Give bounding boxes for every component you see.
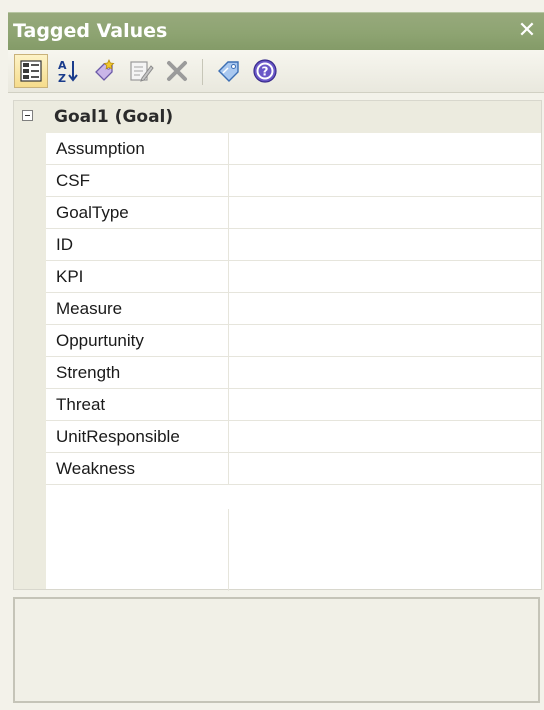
edit-notes-button[interactable] — [124, 54, 158, 88]
property-value[interactable] — [228, 229, 541, 260]
close-icon: ✕ — [517, 18, 537, 43]
property-row[interactable]: Measure — [46, 293, 541, 325]
property-name: Strength — [56, 363, 121, 382]
property-value[interactable] — [228, 261, 541, 292]
categorized-view-button[interactable] — [14, 54, 48, 88]
help-button[interactable]: ? — [248, 54, 282, 88]
property-row[interactable]: Weakness — [46, 453, 541, 485]
property-grid: Goal1 (Goal) Assumption CSF GoalType ID … — [13, 100, 542, 591]
property-name: Weakness — [56, 459, 136, 478]
tag-button[interactable] — [212, 54, 246, 88]
property-name: GoalType — [56, 203, 129, 222]
edit-notes-icon — [130, 61, 154, 82]
property-value[interactable] — [228, 293, 541, 324]
property-row[interactable]: Threat — [46, 389, 541, 421]
alphabetical-sort-button[interactable]: A Z — [52, 54, 86, 88]
svg-text:?: ? — [262, 65, 269, 79]
property-value[interactable] — [228, 165, 541, 196]
property-row[interactable]: UnitResponsible — [46, 421, 541, 453]
property-value[interactable] — [228, 389, 541, 420]
category-row[interactable]: Goal1 (Goal) — [14, 101, 541, 133]
window-title: Tagged Values — [13, 20, 168, 42]
property-row[interactable]: GoalType — [46, 197, 541, 229]
tagged-values-window: Tagged Values ✕ A Z ? Goal1 (Goal) Assum… — [0, 0, 544, 710]
empty-column-divider — [228, 509, 229, 591]
collapse-toggle-icon[interactable] — [22, 110, 33, 121]
new-tag-button[interactable] — [88, 54, 122, 88]
property-row[interactable]: Oppurtunity — [46, 325, 541, 357]
property-row[interactable]: ID — [46, 229, 541, 261]
property-name: ID — [56, 235, 73, 254]
window-titlebar: Tagged Values ✕ — [8, 12, 544, 50]
property-row[interactable]: KPI — [46, 261, 541, 293]
property-value[interactable] — [228, 325, 541, 356]
toolbar: A Z ? — [8, 50, 544, 93]
categorized-icon — [20, 60, 42, 82]
property-value[interactable] — [228, 421, 541, 452]
delete-icon — [167, 61, 187, 81]
property-row[interactable]: Assumption — [46, 133, 541, 165]
property-row[interactable]: CSF — [46, 165, 541, 197]
svg-text:A: A — [58, 59, 67, 72]
close-button[interactable]: ✕ — [514, 17, 540, 45]
property-name: Oppurtunity — [56, 331, 144, 350]
property-value[interactable] — [228, 133, 541, 164]
new-tag-icon — [95, 59, 115, 81]
property-name: KPI — [56, 267, 84, 286]
description-pane — [13, 597, 540, 703]
help-icon: ? — [253, 59, 277, 83]
property-value[interactable] — [228, 357, 541, 388]
category-label: Goal1 (Goal) — [54, 107, 174, 127]
property-row[interactable]: Strength — [46, 357, 541, 389]
property-name: UnitResponsible — [56, 427, 180, 446]
sort-az-icon: A Z — [58, 59, 78, 84]
property-name: Measure — [56, 299, 123, 318]
property-name: Threat — [56, 395, 106, 414]
property-value[interactable] — [228, 453, 541, 484]
grid-gutter — [14, 101, 46, 589]
property-name: Assumption — [56, 139, 145, 158]
tag-icon — [218, 61, 239, 82]
property-name: CSF — [56, 171, 90, 190]
delete-tag-button[interactable] — [160, 54, 194, 88]
toolbar-separator — [202, 59, 203, 85]
property-value[interactable] — [228, 197, 541, 228]
svg-text:Z: Z — [58, 72, 66, 84]
